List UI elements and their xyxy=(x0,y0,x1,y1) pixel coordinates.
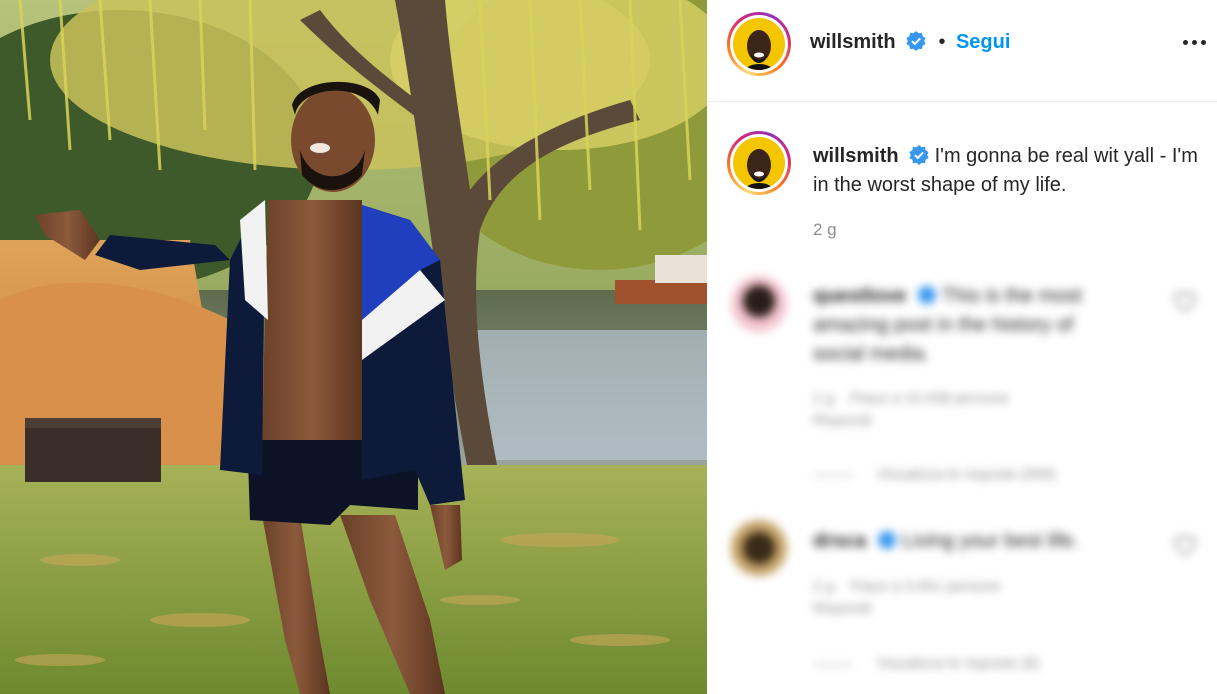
author-username[interactable]: willsmith xyxy=(810,31,896,53)
comment-item: drsca Living your best life. 2 g Piace a… xyxy=(707,520,1217,694)
instagram-post: willsmith • Segui willsmith I'm gonna be… xyxy=(0,0,1217,694)
verified-badge-icon xyxy=(906,31,926,51)
reply-link[interactable]: Rispondi xyxy=(813,412,871,429)
reply-link[interactable]: Rispondi xyxy=(813,600,871,617)
comment-avatar[interactable] xyxy=(731,520,787,576)
caption-username[interactable]: willsmith xyxy=(813,145,899,167)
comment-meta: 2 g Piace a 3.651 persone Rispondi xyxy=(813,576,1113,620)
comment-likes[interactable]: Piace a 3.651 persone xyxy=(851,578,1001,595)
separator-dot: • xyxy=(938,31,946,53)
comment-text: Living your best life. xyxy=(901,530,1079,552)
comment-body: drsca Living your best life. xyxy=(813,527,1113,556)
comment-time: 2 g xyxy=(813,578,834,595)
photo-illustration xyxy=(0,0,707,694)
author-avatar[interactable] xyxy=(727,12,791,76)
comment-time: 2 g xyxy=(813,390,834,407)
verified-badge-icon xyxy=(917,286,936,304)
avatar-image xyxy=(745,149,773,189)
follow-button[interactable]: Segui xyxy=(956,31,1010,53)
author-line: willsmith • Segui xyxy=(810,31,1010,54)
comment-likes[interactable]: Piace a 15.938 persone xyxy=(851,390,1009,407)
view-replies-label[interactable]: Visualizza le risposte (999) xyxy=(877,466,1056,483)
comment-body: questlove This is the most amazing post … xyxy=(813,282,1113,369)
caption-avatar[interactable] xyxy=(727,131,791,195)
comment-item: questlove This is the most amazing post … xyxy=(707,270,1217,483)
heart-icon[interactable] xyxy=(1174,292,1196,312)
verified-badge-icon xyxy=(908,145,929,165)
verified-badge-icon xyxy=(877,531,896,549)
comment-username[interactable]: drsca xyxy=(813,530,866,552)
post-caption: willsmith I'm gonna be real wit yall - I… xyxy=(813,142,1203,200)
post-side-panel: willsmith • Segui willsmith I'm gonna be… xyxy=(707,0,1217,694)
comment-meta: 2 g Piace a 15.938 persone Rispondi xyxy=(813,388,1113,432)
avatar-image xyxy=(745,30,773,70)
post-timestamp: 2 g xyxy=(813,220,837,239)
view-replies[interactable]: Visualizza le risposte (8) xyxy=(813,655,1039,672)
heart-icon[interactable] xyxy=(1174,536,1196,556)
more-options-icon[interactable] xyxy=(1183,32,1209,52)
view-replies-label[interactable]: Visualizza le risposte (8) xyxy=(877,655,1039,672)
post-photo[interactable] xyxy=(0,0,707,694)
post-header: willsmith • Segui xyxy=(707,0,1217,102)
comment-avatar[interactable] xyxy=(731,276,787,332)
comment-username[interactable]: questlove xyxy=(813,285,906,307)
view-replies[interactable]: Visualizza le risposte (999) xyxy=(813,466,1056,483)
